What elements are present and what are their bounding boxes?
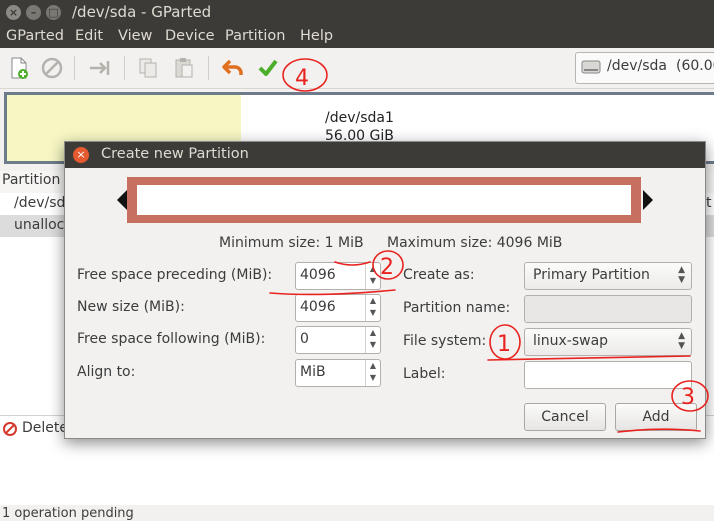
annotation-number-1: 1: [497, 332, 511, 357]
annotation-number-3: 3: [681, 385, 695, 410]
annotation-number-4: 4: [295, 66, 309, 91]
annotation-stroke-2: [334, 261, 371, 266]
annotation-underline-1: [487, 355, 691, 361]
annotation-overlay: 4 2 1 3: [269, 58, 709, 433]
annotation-underline-2: [269, 289, 396, 296]
annotation-number-2: 2: [380, 255, 394, 280]
annotation-underline-3: [617, 428, 701, 433]
